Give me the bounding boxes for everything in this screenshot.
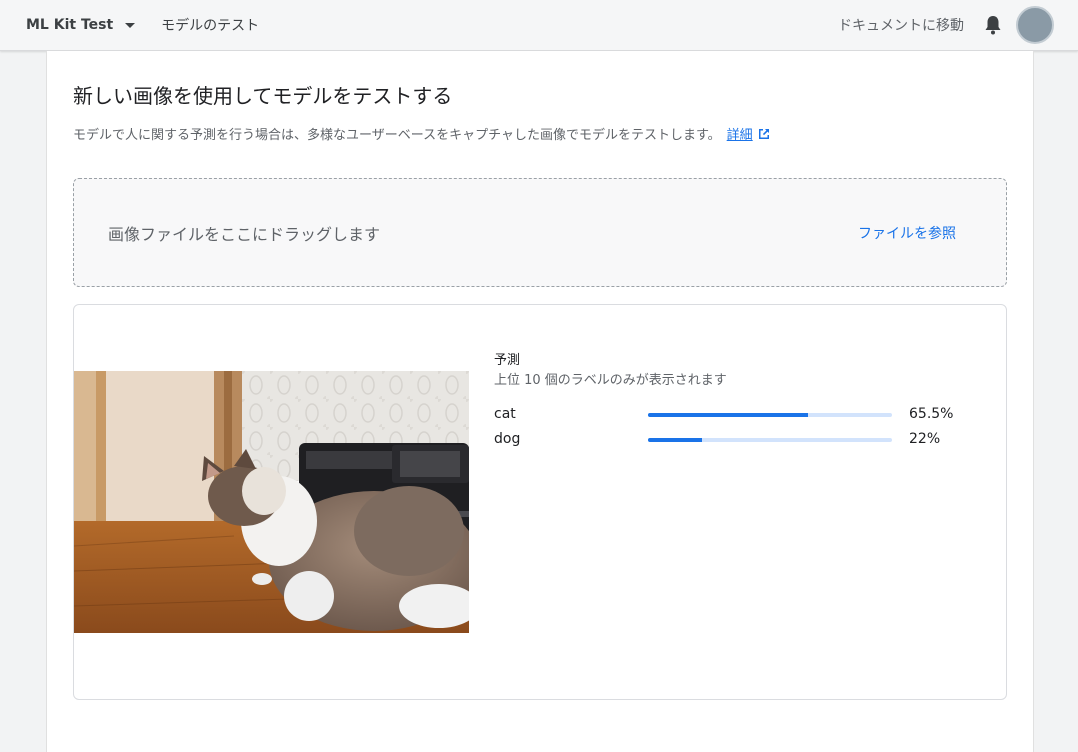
- project-name: ML Kit Test: [26, 17, 114, 33]
- learn-more-link[interactable]: 詳細: [727, 128, 753, 143]
- image-dropzone[interactable]: 画像ファイルをここにドラッグします ファイルを参照: [73, 178, 1007, 287]
- test-image: [74, 371, 469, 633]
- prediction-value: 65.5%: [909, 406, 954, 422]
- dropzone-text: 画像ファイルをここにドラッグします: [108, 225, 381, 244]
- browse-files-button[interactable]: ファイルを参照: [858, 223, 956, 243]
- prediction-label: dog: [494, 431, 521, 447]
- page-title: モデルのテスト: [161, 18, 260, 34]
- go-to-docs-link[interactable]: ドキュメントに移動: [838, 15, 964, 35]
- prediction-row: dog 22%: [494, 431, 964, 449]
- prediction-label: cat: [494, 406, 516, 422]
- external-link-icon[interactable]: [757, 127, 771, 145]
- avatar[interactable]: [1016, 6, 1054, 44]
- section-title: 新しい画像を使用してモデルをテストする: [73, 84, 453, 108]
- section-description: モデルで人に関する予測を行う場合は、多様なユーザーベースをキャプチャした画像でモ…: [73, 124, 771, 145]
- prediction-result-panel: 予測 上位 10 個のラベルのみが表示されます cat 65.5% dog 22…: [73, 304, 1007, 700]
- test-model-card: 新しい画像を使用してモデルをテストする モデルで人に関する予測を行う場合は、多様…: [46, 51, 1034, 752]
- description-text: モデルで人に関する予測を行う場合は、多様なユーザーベースをキャプチャした画像でモ…: [73, 128, 721, 143]
- predictions-title: 予測: [494, 353, 521, 368]
- dropdown-caret-icon: [125, 22, 136, 28]
- prediction-bar-track: [648, 413, 892, 417]
- prediction-value: 22%: [909, 431, 941, 447]
- prediction-bar-fill: [648, 413, 808, 417]
- prediction-bar-track: [648, 438, 892, 442]
- prediction-bar-fill: [648, 438, 702, 442]
- predictions-subtitle: 上位 10 個のラベルのみが表示されます: [494, 373, 727, 388]
- bell-icon[interactable]: [982, 14, 1004, 36]
- prediction-row: cat 65.5%: [494, 406, 964, 424]
- top-app-bar: ML Kit Test モデルのテスト ドキュメントに移動: [0, 0, 1078, 51]
- project-selector[interactable]: ML Kit Test: [26, 17, 136, 33]
